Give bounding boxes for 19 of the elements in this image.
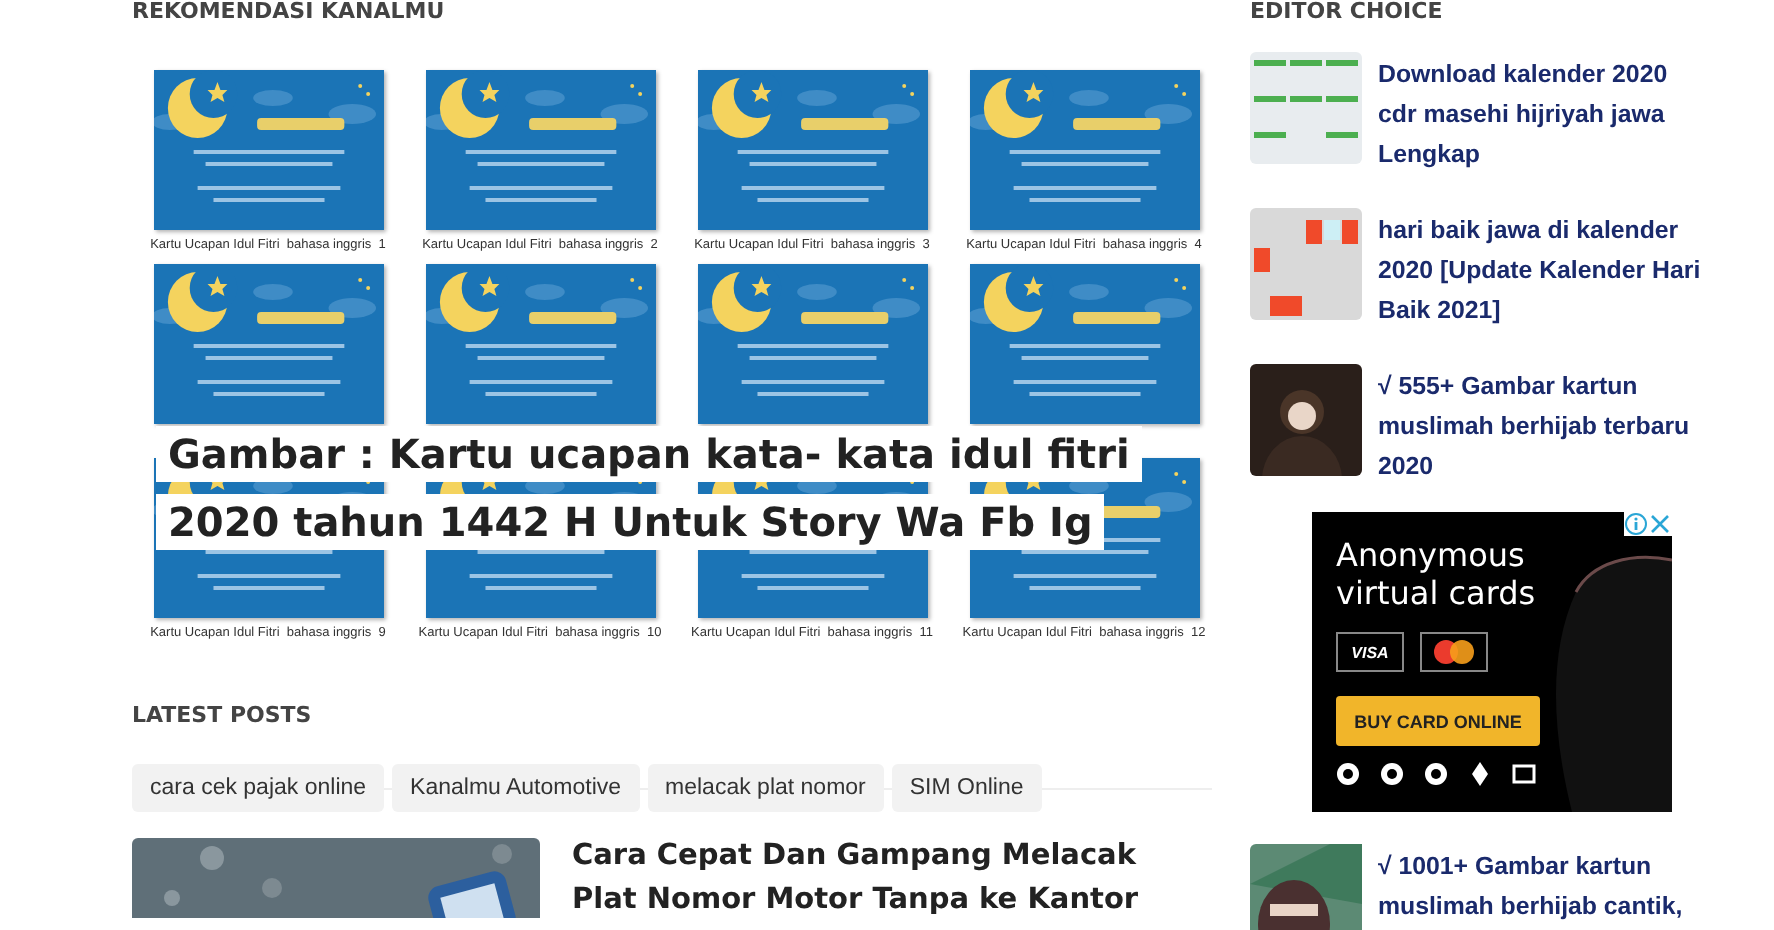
ad-banner[interactable]: Anonymous virtual cards VISA BUY CARD ONLINE: [1312, 512, 1672, 812]
section-heading: EDITOR CHOICE: [1250, 0, 1445, 24]
tag-link[interactable]: SIM Online: [891, 764, 1042, 812]
post-title[interactable]: √ 555+ Gambar kartun muslimah berhijab terbaru 2020: [1378, 366, 1702, 486]
section-heading: LATEST POSTS: [132, 704, 314, 728]
post-title[interactable]: Cara Cepat Dan Gampang Melacak Plat Nomor Motor Tanpa ke Kantor: [572, 834, 1172, 922]
post-title[interactable]: hari baik jawa di kalender 2020 [Update Kalender Hari Baik 2021]: [1378, 210, 1702, 330]
mastercard-icon: [1420, 632, 1488, 672]
card-logo: VISA: [1336, 632, 1404, 672]
post-title[interactable]: Download kalender 2020 cdr masehi hijriyah jawa Lengkap: [1378, 54, 1702, 174]
section-heading: REKOMENDASI KANALMU: [132, 0, 447, 24]
buy-card-button[interactable]: BUY CARD ONLINE: [1336, 696, 1540, 746]
tag-link[interactable]: melacak plat nomor: [647, 764, 884, 812]
ad-headline: Anonymous virtual cards: [1336, 536, 1538, 612]
tag-link[interactable]: cara cek pajak online: [132, 764, 385, 812]
post-title[interactable]: √ 1001+ Gambar kartun muslimah berhijab cantik,: [1378, 846, 1702, 926]
tag-link[interactable]: Kanalmu Automotive: [392, 764, 640, 812]
close-icon[interactable]: [1648, 512, 1672, 536]
info-icon[interactable]: [1624, 512, 1648, 536]
